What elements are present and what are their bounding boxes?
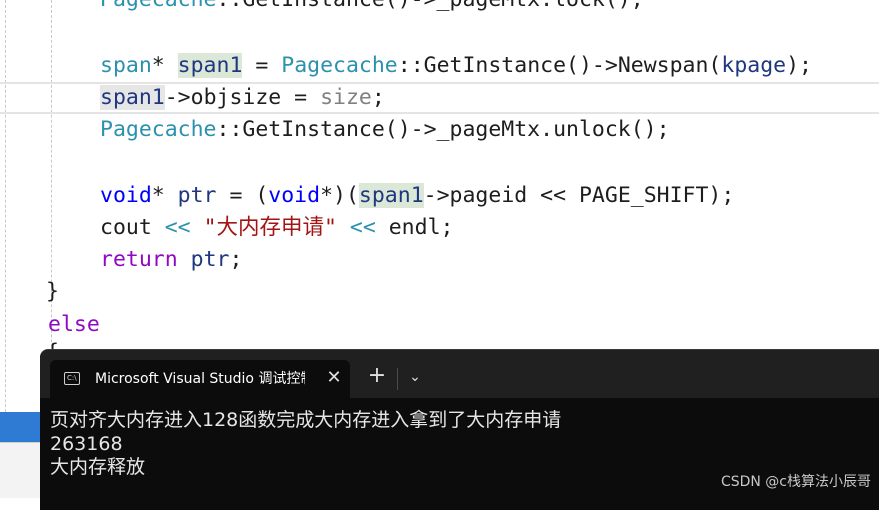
class-name: Pagecache bbox=[281, 53, 398, 78]
code-line-close-brace[interactable]: } bbox=[46, 276, 59, 308]
close-icon[interactable]: ✕ bbox=[322, 365, 346, 391]
scope-operator: :: bbox=[217, 0, 243, 12]
string-literal: "大内存申请" bbox=[203, 215, 337, 240]
call-end: ); bbox=[786, 53, 812, 78]
member-access: ()->_pageMtx. bbox=[384, 117, 554, 142]
call-end: (); bbox=[605, 0, 644, 12]
class-name: Pagecache bbox=[100, 117, 217, 142]
code-line-ptr[interactable]: void* ptr = (void*)(span1->pageid << PAG… bbox=[100, 180, 734, 212]
new-tab-button[interactable]: + bbox=[366, 365, 388, 389]
console-output-line: 大内存释放 bbox=[50, 456, 146, 478]
code-line-cout[interactable]: cout << "大内存申请" << endl; bbox=[100, 212, 453, 244]
terminal-tab-bar: C:\ Microsoft Visual Studio 调试控制台 ✕ + ⌄ bbox=[40, 350, 879, 398]
code-line-objsize[interactable]: span1->objsize = size; bbox=[100, 82, 385, 114]
console-output-line: 263168 bbox=[50, 433, 123, 455]
tab-title: Microsoft Visual Studio 调试控制台 bbox=[95, 371, 305, 387]
member-assign: ->objsize = bbox=[164, 85, 321, 110]
console-icon-label: C:\ bbox=[67, 374, 77, 382]
semicolon: ; bbox=[229, 247, 243, 272]
chevron-down-icon[interactable]: ⌄ bbox=[404, 366, 426, 390]
variable-span1: span1 bbox=[177, 53, 243, 78]
identifier: endl bbox=[388, 215, 441, 240]
stream-operator: << bbox=[336, 215, 389, 240]
watermark: CSDN @c栈算法小辰哥 bbox=[720, 474, 871, 490]
code-line-return[interactable]: return ptr; bbox=[100, 244, 242, 276]
paren-open: ( bbox=[708, 53, 722, 78]
pointer-star: * bbox=[151, 53, 178, 78]
member-access: ()->_pageMtx. bbox=[385, 0, 553, 12]
identifier: cout bbox=[100, 215, 152, 240]
variable-span1: span1 bbox=[100, 85, 165, 110]
keyword: void bbox=[100, 183, 152, 208]
scope-operator: :: bbox=[216, 117, 243, 142]
code-line-unlock[interactable]: Pagecache::GetInstance()->_pageMtx.unloc… bbox=[100, 114, 670, 146]
code-line-newspan[interactable]: span* span1 = Pagecache::GetInstance()->… bbox=[100, 50, 812, 82]
argument: kpage bbox=[721, 53, 787, 78]
function-name: Newspan bbox=[617, 53, 709, 78]
function-name: unlock bbox=[553, 117, 631, 142]
parameter: size bbox=[320, 85, 372, 110]
keyword: void bbox=[268, 183, 321, 208]
member-access: ()-> bbox=[566, 53, 618, 78]
background-window-panel bbox=[0, 442, 40, 498]
code-line-lock[interactable]: Pagecache::GetInstance()->_pageMtx.lock(… bbox=[100, 0, 644, 16]
variable: ptr bbox=[190, 247, 230, 272]
assign-operator: = bbox=[242, 53, 282, 78]
scope-operator: :: bbox=[397, 53, 424, 78]
background-window-strip bbox=[0, 412, 40, 442]
stream-operator: << bbox=[151, 215, 204, 240]
semicolon: ; bbox=[440, 215, 454, 240]
console-icon: C:\ bbox=[64, 372, 80, 385]
function-name: GetInstance bbox=[242, 117, 385, 142]
keyword: else bbox=[48, 312, 100, 337]
pointer-star: * bbox=[151, 183, 178, 208]
semicolon: ; bbox=[371, 85, 385, 110]
class-name: Pagecache bbox=[100, 0, 217, 12]
cast: *)( bbox=[320, 183, 359, 208]
expression: ->pageid << PAGE_SHIFT); bbox=[423, 183, 735, 208]
variable: ptr bbox=[177, 183, 217, 208]
function-name: GetInstance bbox=[423, 53, 567, 78]
function-name: lock bbox=[553, 0, 605, 12]
assign-operator: = ( bbox=[216, 183, 269, 208]
keyword: return bbox=[100, 247, 178, 272]
console-output-line: 页对齐大内存进入128函数完成大内存进入拿到了大内存申请 bbox=[50, 409, 562, 431]
tab-divider bbox=[397, 368, 398, 390]
variable-span1: span1 bbox=[358, 183, 424, 208]
type-name: span bbox=[100, 53, 152, 78]
call-end: (); bbox=[630, 117, 670, 142]
tab-debug-console[interactable]: C:\ Microsoft Visual Studio 调试控制台 ✕ bbox=[50, 360, 350, 398]
brace: } bbox=[46, 279, 59, 304]
function-name: GetInstance bbox=[242, 0, 384, 12]
